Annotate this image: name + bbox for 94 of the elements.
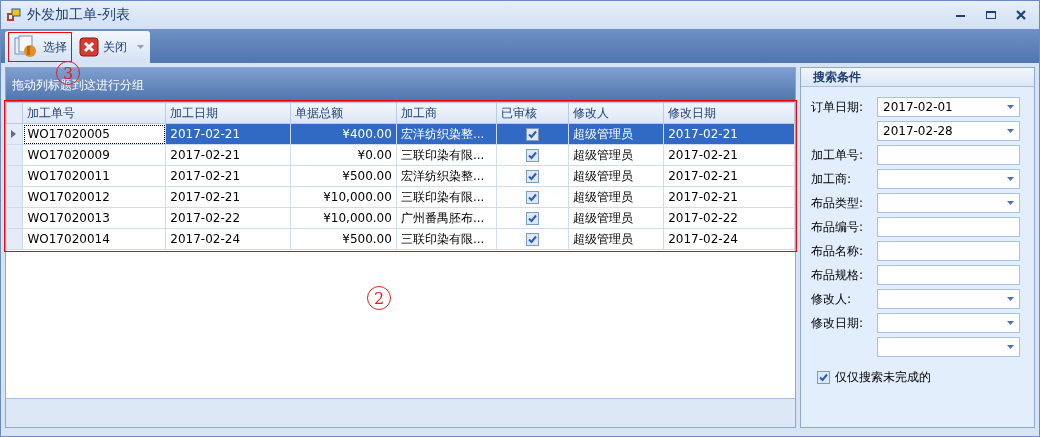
input-field[interactable] xyxy=(877,265,1020,285)
dropdown-arrow-icon xyxy=(1007,129,1014,133)
table-cell: 2017-02-22 xyxy=(668,211,738,225)
field-label: 加工单号: xyxy=(811,146,865,164)
app-icon xyxy=(7,8,21,22)
table-cell: ¥400.00 xyxy=(342,127,392,141)
table-cell: 广州番禺胚布... xyxy=(400,210,485,225)
table-row[interactable]: WO17020014 2017-02-24 ¥500.00 三联印染有限... 超级管理员 2017-02-24 xyxy=(6,228,795,250)
select-button[interactable]: 选择 xyxy=(9,33,71,61)
table-cell: WO17020009 xyxy=(27,148,110,162)
table-cell: 2017-02-21 xyxy=(668,169,738,183)
close-icon xyxy=(79,37,99,57)
table-cell: ¥0.00 xyxy=(357,148,392,162)
input-field[interactable] xyxy=(877,241,1020,261)
dropdown-arrow-icon xyxy=(1007,105,1014,109)
table-cell: 超级管理员 xyxy=(573,168,634,183)
dropdown-arrow-icon xyxy=(1007,297,1014,301)
column-header[interactable]: 单据总额 xyxy=(290,102,397,124)
table-cell: 2017-02-22 xyxy=(170,211,241,225)
table-row[interactable]: WO17020005 2017-02-21 ¥400.00 宏洋纺织染整... 超级管理员 2017-02-21 xyxy=(6,123,795,145)
dropdown-field[interactable] xyxy=(877,193,1020,213)
field-label: 布品编号: xyxy=(811,218,865,236)
table-cell: ¥10,000.00 xyxy=(323,190,392,204)
table-cell: 2017-02-24 xyxy=(668,232,738,246)
table-cell: 宏洋纺织染整... xyxy=(400,168,485,183)
table-cell: 三联印染有限... xyxy=(400,231,485,246)
table-cell: 2017-02-21 xyxy=(668,127,738,141)
column-header[interactable]: 加工日期 xyxy=(165,102,291,124)
dropdown-field[interactable] xyxy=(877,169,1020,189)
panel-title: 搜索条件 xyxy=(813,68,861,86)
table-row[interactable]: WO17020011 2017-02-21 ¥500.00 宏洋纺织染整... 超级管理员 2017-02-21 xyxy=(6,165,795,187)
table-cell: 2017-02-21 xyxy=(170,190,241,204)
dropdown-field[interactable] xyxy=(877,313,1020,333)
field-label: 布品规格: xyxy=(811,266,865,284)
field-label: 修改人: xyxy=(811,290,853,308)
table-cell: WO17020011 xyxy=(27,169,110,183)
checkbox-label: 仅仅搜索未完成的 xyxy=(835,369,931,386)
checkbox[interactable] xyxy=(817,371,830,384)
column-header[interactable]: 加工商 xyxy=(396,102,497,124)
field-label: 加工商: xyxy=(811,170,853,188)
field-label: 订单日期: xyxy=(811,98,865,116)
table-row[interactable]: WO17020009 2017-02-21 ¥0.00 三联印染有限... 超级管理员 2017-02-21 xyxy=(6,144,795,166)
table-cell: 超级管理员 xyxy=(573,126,634,141)
table-cell: WO17020014 xyxy=(27,232,110,246)
table-cell: WO17020012 xyxy=(27,190,110,204)
table-row[interactable]: WO17020012 2017-02-21 ¥10,000.00 三联印染有限... 超级管理员 2017-02-21 xyxy=(6,186,795,208)
dropdown-arrow-icon xyxy=(1007,345,1014,349)
dropdown-field[interactable] xyxy=(877,337,1020,357)
column-header[interactable]: 修改人 xyxy=(568,102,664,124)
table-cell: WO17020013 xyxy=(27,211,110,225)
window-title: 外发加工单-列表 xyxy=(27,6,131,24)
table-cell: 宏洋纺织染整... xyxy=(400,126,485,141)
table-cell: 三联印染有限... xyxy=(400,147,485,162)
dropdown-arrow-icon xyxy=(1007,321,1014,325)
column-header[interactable]: 加工单号 xyxy=(22,102,166,124)
table-cell: 超级管理员 xyxy=(573,231,634,246)
input-field[interactable] xyxy=(877,145,1020,165)
checkbox[interactable] xyxy=(526,128,540,141)
close-button[interactable]: 关闭 xyxy=(75,33,131,61)
field-label: 布品类型: xyxy=(811,194,865,212)
dropdown-field[interactable]: 2017-02-01 xyxy=(877,97,1020,117)
row-pointer-icon xyxy=(11,130,16,138)
table-cell: 2017-02-21 xyxy=(668,148,738,162)
checkbox[interactable] xyxy=(526,233,540,246)
table-cell: WO17020005 xyxy=(27,127,110,141)
table-cell: 2017-02-21 xyxy=(170,148,241,162)
table-row[interactable]: WO17020013 2017-02-22 ¥10,000.00 广州番禺胚布... 超级管理员 2017-02-22 xyxy=(6,207,795,229)
table-cell: 超级管理员 xyxy=(573,147,634,162)
column-header[interactable]: 已审核 xyxy=(496,102,569,124)
checkbox[interactable] xyxy=(526,191,540,204)
table-cell: 2017-02-24 xyxy=(170,232,241,246)
table-cell: ¥500.00 xyxy=(342,169,392,183)
column-header[interactable]: 修改日期 xyxy=(663,102,795,124)
dropdown-arrow-icon xyxy=(1007,201,1014,205)
table-cell: 2017-02-21 xyxy=(170,127,241,141)
dropdown-field[interactable]: 2017-02-28 xyxy=(877,121,1020,141)
checkbox[interactable] xyxy=(526,212,540,225)
table-cell: 超级管理员 xyxy=(573,189,634,204)
table-cell: ¥500.00 xyxy=(342,232,392,246)
table-cell: 三联印染有限... xyxy=(400,189,485,204)
maximize-icon[interactable] xyxy=(985,9,997,21)
row-indicator-header xyxy=(6,102,23,124)
table-cell: 2017-02-21 xyxy=(170,169,241,183)
checkbox[interactable] xyxy=(526,149,540,162)
input-field[interactable] xyxy=(877,217,1020,237)
checkbox[interactable] xyxy=(526,170,540,183)
table-cell: 超级管理员 xyxy=(573,210,634,225)
dropdown-field[interactable] xyxy=(877,289,1020,309)
table-cell: ¥10,000.00 xyxy=(323,211,392,225)
table-cell: 2017-02-21 xyxy=(668,190,738,204)
field-label: 布品名称: xyxy=(811,242,865,260)
close-icon[interactable] xyxy=(1015,9,1027,21)
dropdown-arrow-icon xyxy=(1007,177,1014,181)
field-label: 修改日期: xyxy=(811,314,865,332)
